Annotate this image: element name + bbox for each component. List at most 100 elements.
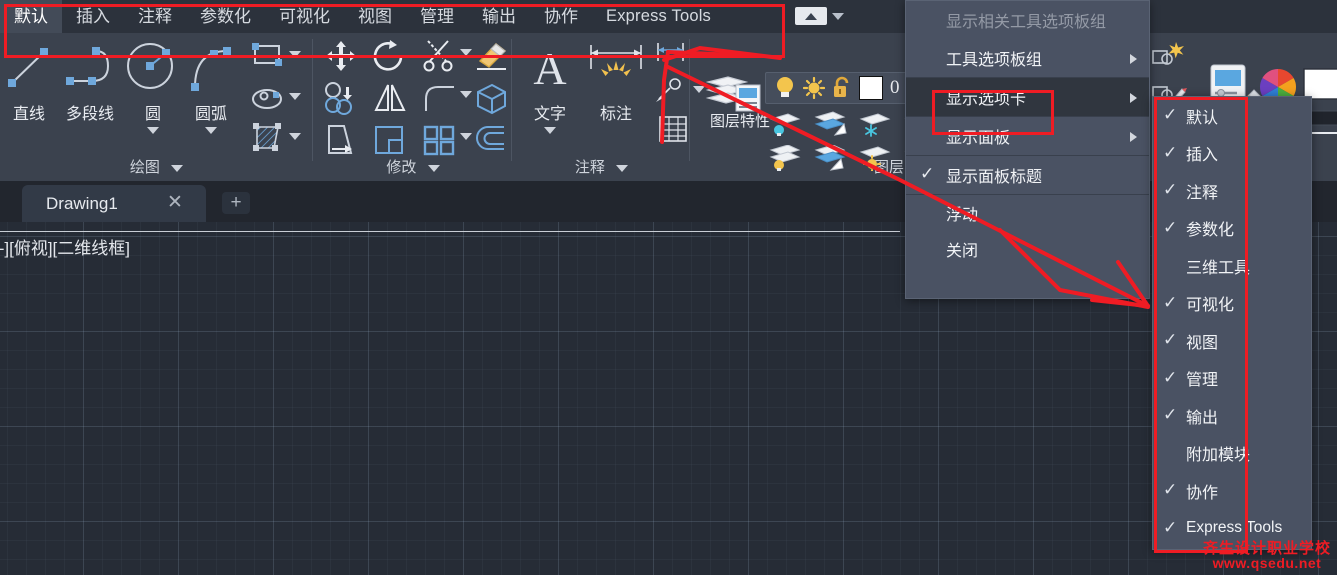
modify-button-rotate[interactable] xyxy=(371,39,409,78)
layer-color-swatch[interactable] xyxy=(859,76,883,100)
annotation-button-dimension[interactable]: 标注 xyxy=(583,39,649,124)
draw-button-line[interactable]: 直线 xyxy=(0,39,58,124)
layer-properties-label-wrap: 图层特性 xyxy=(710,111,770,132)
context-menu-item-show-panel-titles[interactable]: ✓ 显示面板标题 xyxy=(906,156,1149,194)
modify-array-dropdown[interactable] xyxy=(460,133,472,140)
submenu-item-view[interactable]: ✓ 视图 xyxy=(1153,322,1311,360)
draw-button-rectangle[interactable] xyxy=(250,41,284,76)
draw-button-ellipse[interactable] xyxy=(250,83,284,118)
viewport-label[interactable]: [-][俯视][二维线框] xyxy=(0,234,130,259)
ribbon-tab-express-tools[interactable]: Express Tools xyxy=(592,0,725,33)
chevron-down-icon[interactable] xyxy=(616,164,629,172)
submenu-item-manage[interactable]: ✓ 管理 xyxy=(1153,360,1311,398)
sun-icon[interactable] xyxy=(803,77,825,99)
modify-fillet-dropdown[interactable] xyxy=(460,91,472,98)
hatch-icon xyxy=(253,123,281,151)
ribbon-tab-default[interactable]: 默认 xyxy=(0,0,62,33)
lightbulb-icon[interactable] xyxy=(774,76,796,100)
layer-isolate-icon xyxy=(769,113,801,136)
layer-name-label[interactable]: 0 xyxy=(890,77,900,99)
chevron-down-icon[interactable] xyxy=(427,164,440,172)
modify-button-3d[interactable] xyxy=(472,81,510,120)
context-menu-item-close[interactable]: 关闭 xyxy=(906,231,1149,267)
annotation-button-text-label: 文字 xyxy=(533,106,566,123)
ribbon-panel-modify-title[interactable]: 修改 xyxy=(314,156,512,177)
submenu-item-parametric[interactable]: ✓ 参数化 xyxy=(1153,210,1311,248)
submenu-item-visualize[interactable]: ✓ 可视化 xyxy=(1153,285,1311,323)
context-menu-item-label: 显示面板 xyxy=(946,130,1011,147)
unlock-icon[interactable] xyxy=(832,76,852,100)
ribbon-tab-parametric[interactable]: 参数化 xyxy=(186,0,265,33)
layer-status-bar[interactable]: 0 xyxy=(765,72,920,104)
annotation-button-table[interactable] xyxy=(656,113,690,150)
chevron-down-icon[interactable] xyxy=(171,164,184,172)
circle-icon xyxy=(127,43,173,89)
annotation-button-text[interactable]: A 文字 xyxy=(521,39,579,134)
submenu-item-label: 管理 xyxy=(1186,372,1219,390)
autocad-window: 默认 插入 注释 参数化 可视化 视图 管理 输出 协作 Express Too… xyxy=(0,0,1337,575)
draw-button-circle[interactable]: 圆 xyxy=(124,39,182,134)
context-menu-item-tool-palette-group[interactable]: 工具选项板组 xyxy=(906,39,1149,77)
submenu-item-output[interactable]: ✓ 输出 xyxy=(1153,397,1311,435)
draw-button-polyline[interactable]: 多段线 xyxy=(58,39,122,124)
ribbon-panel-draw: 直线 多段线 圆 圆弧 绘图 xyxy=(0,33,313,181)
layers-button-freeze[interactable] xyxy=(858,111,892,142)
layers-button-thaw[interactable] xyxy=(858,145,892,176)
ribbon-panel-draw-title[interactable]: 绘图 xyxy=(0,156,313,177)
up-arrow-icon[interactable] xyxy=(795,7,827,25)
3d-box-icon xyxy=(477,83,506,115)
submenu-item-3d-tools[interactable]: 三维工具 xyxy=(1153,247,1311,285)
erase-icon xyxy=(477,43,507,70)
modify-trim-dropdown[interactable] xyxy=(460,49,472,56)
submenu-item-add-ins[interactable]: 附加模块 xyxy=(1153,435,1311,473)
document-tab-drawing1[interactable]: Drawing1 ✕ xyxy=(22,185,206,222)
context-menu-item-show-related-palette-group: 显示相关工具选项板组 xyxy=(906,1,1149,39)
modify-button-move[interactable] xyxy=(322,39,360,78)
chevron-down-icon[interactable] xyxy=(147,127,159,134)
draw-ellipse-dropdown[interactable] xyxy=(289,93,301,100)
layers-button-isolate[interactable] xyxy=(768,111,802,142)
ribbon-tab-collaborate[interactable]: 协作 xyxy=(530,0,592,33)
annotation-button-leader[interactable] xyxy=(653,77,689,110)
draw-button-hatch[interactable] xyxy=(250,123,284,158)
ribbon-tab-output[interactable]: 输出 xyxy=(468,0,530,33)
modify-button-mirror[interactable] xyxy=(371,81,409,120)
close-icon[interactable]: ✕ xyxy=(166,193,184,212)
annotation-button-linear-dim[interactable] xyxy=(653,41,689,72)
ribbon-tab-insert[interactable]: 插入 xyxy=(62,0,124,33)
polyline-icon xyxy=(66,47,110,85)
modify-button-trim[interactable] xyxy=(420,39,458,78)
ribbon-tab-view[interactable]: 视图 xyxy=(344,0,406,33)
draw-rectangle-dropdown[interactable] xyxy=(289,51,301,58)
modify-button-copy[interactable] xyxy=(322,81,360,120)
draw-hatch-dropdown[interactable] xyxy=(289,133,301,140)
ribbon-panel-annotation-title[interactable]: 注释 xyxy=(513,156,690,177)
context-menu-item-show-panels[interactable]: 显示面板 xyxy=(906,117,1149,155)
chevron-down-icon[interactable] xyxy=(832,12,844,20)
ribbon-tab-annotate[interactable]: 注释 xyxy=(124,0,186,33)
submenu-item-default[interactable]: ✓ 默认 xyxy=(1153,97,1311,135)
draw-button-circle-label: 圆 xyxy=(144,106,161,123)
chevron-down-icon[interactable] xyxy=(544,127,556,134)
check-icon: ✓ xyxy=(1163,142,1178,162)
modify-button-erase[interactable] xyxy=(472,39,510,78)
plus-icon[interactable]: + xyxy=(222,192,250,214)
chevron-right-icon xyxy=(1130,54,1137,64)
modify-button-fillet[interactable] xyxy=(420,81,458,120)
submenu-item-insert[interactable]: ✓ 插入 xyxy=(1153,135,1311,173)
submenu-item-annotate[interactable]: ✓ 注释 xyxy=(1153,172,1311,210)
ribbon-tab-visualize[interactable]: 可视化 xyxy=(265,0,344,33)
ribbon-context-menu: 显示相关工具选项板组 工具选项板组 显示选项卡 显示面板 ✓ 显示面板标题 浮动… xyxy=(905,0,1150,299)
chevron-down-icon[interactable] xyxy=(205,127,217,134)
draw-button-arc[interactable]: 圆弧 xyxy=(182,39,240,134)
context-menu-item-float[interactable]: 浮动 xyxy=(906,195,1149,231)
layers-button-change[interactable] xyxy=(813,144,847,176)
ribbon-tab-manage[interactable]: 管理 xyxy=(406,0,468,33)
submenu-item-collaborate[interactable]: ✓ 协作 xyxy=(1153,472,1311,510)
context-menu-item-show-tabs[interactable]: 显示选项卡 xyxy=(906,78,1149,116)
ribbon-collapse-control[interactable] xyxy=(795,6,849,26)
chevron-right-icon xyxy=(1130,132,1137,142)
layers-button-make-current[interactable] xyxy=(813,111,847,142)
layers-button-off[interactable] xyxy=(768,144,802,176)
layers-button-layer-walk[interactable] xyxy=(1150,39,1188,78)
